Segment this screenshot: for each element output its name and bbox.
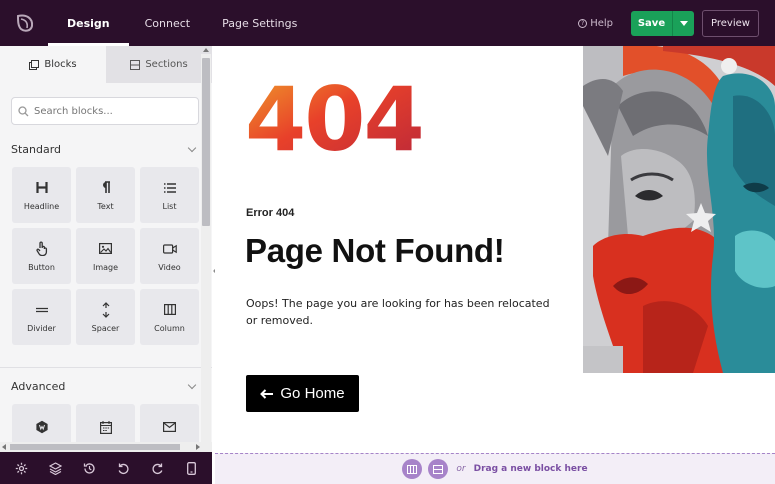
bottom-toolbar [0, 452, 212, 484]
block-label: Divider [27, 323, 56, 333]
block-divider[interactable]: Divider [12, 289, 71, 345]
big-404-text: 404 [245, 78, 423, 158]
go-home-button[interactable]: Go Home [246, 375, 359, 412]
block-label: Button [28, 262, 55, 272]
envelope-icon [163, 419, 176, 435]
block-label: Video [158, 262, 181, 272]
image-icon [99, 241, 112, 257]
block-headline[interactable]: Headline [12, 167, 71, 223]
add-row-icon[interactable] [402, 459, 423, 479]
block-label: Column [154, 323, 185, 333]
block-label: List [162, 201, 177, 211]
undo-icon[interactable] [114, 459, 132, 477]
scrollbar-thumb[interactable] [202, 58, 210, 226]
save-options-dropdown[interactable] [672, 10, 694, 36]
chevron-down-icon [187, 143, 197, 152]
sections-icon [130, 59, 141, 70]
error-label: Error 404 [246, 207, 295, 219]
drop-zone[interactable]: or Drag a new block here [215, 453, 775, 484]
help-label: Help [590, 17, 613, 29]
list-icon [163, 180, 176, 196]
pointer-icon [35, 241, 48, 257]
hero-portrait-image [583, 46, 775, 373]
sidebar-horizontal-scrollbar[interactable] [0, 442, 212, 452]
block-label: Text [97, 201, 114, 211]
arrow-left-icon [260, 388, 274, 399]
sidebar-vertical-scrollbar[interactable] [201, 48, 211, 448]
block-image[interactable]: Image [76, 228, 135, 284]
tab-blocks[interactable]: Blocks [0, 46, 106, 83]
save-button-group: Save [631, 10, 694, 36]
column-icon [163, 302, 176, 318]
history-icon[interactable] [80, 459, 98, 477]
search-input[interactable] [34, 105, 184, 117]
sidebar-tabs: Blocks Sections [0, 46, 212, 83]
block-label: Headline [23, 201, 60, 211]
block-label: Image [92, 262, 119, 272]
redo-icon[interactable] [148, 459, 166, 477]
heading-icon [35, 180, 48, 196]
tab-blocks-label: Blocks [44, 59, 77, 70]
help-link[interactable]: ? Help [578, 18, 613, 29]
search-box [11, 97, 199, 125]
block-column[interactable]: Column [140, 289, 199, 345]
block-label: Spacer [91, 323, 120, 333]
standard-blocks-grid: Headline Text List Button Image Video Di… [12, 167, 199, 345]
mobile-icon[interactable] [182, 459, 200, 477]
block-list[interactable]: List [140, 167, 199, 223]
block-spacer[interactable]: Spacer [76, 289, 135, 345]
scroll-right-arrow-icon[interactable] [196, 444, 200, 450]
video-icon [162, 241, 177, 257]
question-icon: ? [578, 18, 588, 28]
page-canvas: 404 Error 404 Page Not Found! Oops! The … [215, 46, 775, 452]
standard-section-title: Standard [11, 142, 62, 156]
drop-zone-or: or [456, 464, 466, 474]
block-video[interactable]: Video [140, 228, 199, 284]
paragraph-icon [100, 180, 111, 196]
layers-icon[interactable] [46, 459, 64, 477]
page-description: Oops! The page you are looking for has b… [246, 297, 550, 327]
tab-connect[interactable]: Connect [129, 0, 206, 46]
scroll-up-arrow-icon[interactable] [203, 48, 209, 52]
save-button[interactable]: Save [631, 10, 672, 36]
block-text[interactable]: Text [76, 167, 135, 223]
top-bar: Design Connect Page Settings ? Help Save… [0, 0, 775, 46]
tab-design[interactable]: Design [48, 0, 129, 46]
wpforms-icon [35, 419, 49, 435]
chevron-down-icon [187, 380, 197, 389]
blocks-icon [29, 59, 40, 70]
advanced-section-header[interactable]: Advanced [11, 377, 199, 395]
seedprod-logo-icon[interactable] [12, 10, 38, 36]
big-404-graphic: 404 [245, 68, 465, 171]
search-icon [18, 105, 29, 116]
block-button[interactable]: Button [12, 228, 71, 284]
tab-sections-label: Sections [145, 59, 188, 70]
spacer-icon [101, 301, 111, 318]
calendar-icon [99, 419, 112, 435]
gear-icon[interactable] [12, 459, 30, 477]
scroll-left-arrow-icon[interactable] [2, 444, 6, 450]
blocks-sidebar: Blocks Sections Standard Headline [0, 46, 212, 452]
drop-zone-text: Drag a new block here [473, 464, 588, 474]
tab-page-settings[interactable]: Page Settings [206, 0, 313, 46]
divider-icon [35, 302, 48, 318]
advanced-section-title: Advanced [11, 379, 66, 393]
add-section-icon[interactable] [428, 459, 449, 479]
go-home-label: Go Home [280, 385, 345, 402]
tab-sections[interactable]: Sections [106, 46, 212, 83]
scrollbar-thumb[interactable] [10, 444, 180, 450]
standard-section-header[interactable]: Standard [11, 140, 199, 158]
section-divider [0, 367, 212, 368]
preview-button[interactable]: Preview [702, 9, 759, 37]
page-title: Page Not Found! [245, 232, 505, 269]
